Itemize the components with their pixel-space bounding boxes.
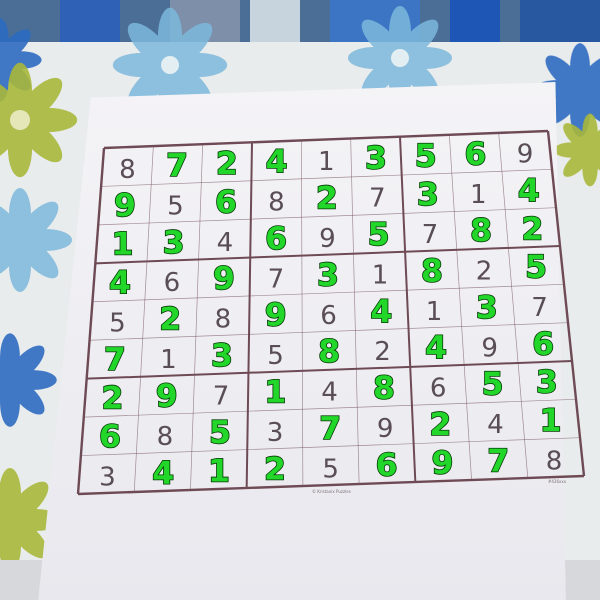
printed-digit: 8	[119, 155, 136, 185]
publisher-credit: © Kristanix Puzzles	[312, 489, 351, 494]
printed-digit: 3	[99, 462, 116, 492]
handwritten-digit: 4	[370, 294, 392, 330]
printed-digit: 6	[430, 374, 447, 404]
grid-cell-line-vertical	[190, 144, 204, 491]
printed-digit: 8	[157, 422, 174, 452]
handwritten-digit: 7	[166, 148, 188, 184]
handwritten-digit: 2	[264, 451, 286, 487]
handwritten-digit: 1	[264, 375, 286, 411]
handwritten-digit: 2	[216, 146, 238, 182]
printed-digit: 1	[160, 345, 177, 375]
printed-digit: 3	[267, 418, 284, 448]
handwritten-digit: 1	[208, 453, 230, 489]
handwritten-digit: 5	[368, 217, 390, 253]
handwritten-digit: 3	[476, 290, 498, 326]
handwritten-digit: 3	[536, 365, 558, 401]
handwritten-digit: 6	[265, 221, 287, 257]
grid-box-line-vertical	[245, 142, 253, 489]
handwritten-digit: 7	[319, 411, 341, 447]
printed-digit: 2	[476, 257, 493, 287]
printed-digit: 2	[374, 337, 391, 367]
grid-cell-line-vertical	[350, 138, 360, 485]
handwritten-digit: 6	[464, 137, 486, 173]
printed-digit: 5	[322, 454, 339, 484]
handwritten-digit: 1	[540, 403, 562, 439]
printed-digit: 7	[531, 293, 548, 323]
handwritten-digit: 3	[365, 140, 387, 176]
printed-digit: 4	[217, 228, 234, 258]
handwritten-digit: 9	[156, 379, 178, 415]
handwritten-digit: 2	[159, 302, 181, 338]
handwritten-digit: 3	[211, 338, 233, 374]
printed-digit: 7	[422, 220, 439, 250]
handwritten-digit: 5	[482, 367, 504, 403]
handwritten-digit: 5	[525, 250, 547, 286]
handwritten-digit: 9	[431, 445, 453, 481]
handwritten-digit: 7	[487, 443, 509, 479]
handwritten-digit: 4	[109, 265, 131, 301]
printed-digit: 9	[377, 414, 394, 444]
grid-box-line-vertical	[399, 136, 417, 483]
grid-cell-line-vertical	[448, 134, 472, 481]
handwritten-digit: 8	[421, 254, 443, 290]
handwritten-digit: 5	[209, 415, 231, 451]
printed-digit: 7	[268, 264, 285, 294]
handwritten-digit: 4	[425, 330, 447, 366]
handwritten-digit: 2	[429, 407, 451, 443]
handwritten-digit: 1	[111, 227, 133, 263]
printed-digit: 9	[319, 224, 336, 254]
photo-scene: 8724135699568273141346957824697318255289…	[0, 0, 600, 600]
printed-digit: 4	[321, 378, 338, 408]
printed-digit: 5	[109, 309, 126, 339]
handwritten-digit: 2	[521, 211, 543, 247]
handwritten-digit: 6	[376, 447, 398, 483]
printed-digit: 5	[267, 341, 284, 371]
printed-digit: 1	[470, 180, 487, 210]
printed-digit: 7	[213, 382, 230, 412]
printed-digit: 6	[320, 301, 337, 331]
grid-cell-line-vertical	[300, 140, 304, 487]
handwritten-digit: 4	[518, 173, 540, 209]
handwritten-digit: 8	[470, 213, 492, 249]
printed-digit: 5	[167, 191, 184, 221]
printed-digit: 6	[164, 268, 181, 298]
handwritten-digit: 2	[101, 380, 123, 416]
puzzle-code: #436xxx	[548, 479, 567, 484]
handwritten-digit: 3	[417, 177, 439, 213]
handwritten-digit: 9	[114, 188, 136, 224]
handwritten-digit: 2	[316, 181, 338, 217]
handwritten-digit: 6	[215, 184, 237, 220]
handwritten-digit: 8	[373, 371, 395, 407]
handwritten-digit: 6	[99, 419, 121, 455]
handwritten-digit: 8	[318, 334, 340, 370]
grid-cell-line-vertical	[133, 146, 154, 493]
printed-digit: 8	[546, 446, 563, 476]
handwritten-digit: 7	[104, 342, 126, 378]
printed-digit: 4	[487, 410, 504, 440]
printed-digit: 7	[369, 184, 386, 214]
handwritten-digit: 4	[152, 455, 174, 491]
handwritten-digit: 9	[265, 298, 287, 334]
handwritten-digit: 6	[532, 326, 554, 362]
handwritten-digit: 9	[213, 261, 235, 297]
handwritten-digit: 4	[266, 144, 288, 180]
handwritten-digit: 3	[163, 225, 185, 261]
printed-digit: 1	[318, 147, 335, 177]
printed-digit: 9	[517, 140, 534, 170]
printed-digit: 8	[215, 305, 232, 335]
handwritten-digit: 3	[317, 257, 339, 293]
printed-digit: 1	[372, 260, 389, 290]
printed-digit: 8	[268, 188, 285, 218]
printed-digit: 1	[426, 297, 443, 327]
handwritten-digit: 5	[415, 138, 437, 174]
sudoku-grid: 8 7 2 4 1 3 5 6 99 5 6 8 2 7 3 1 41 3 4 6 9 5 7 8 24 6 9 7 3 1 8 2 55 2 8 9…	[76, 129, 586, 496]
printed-digit: 9	[481, 333, 498, 363]
